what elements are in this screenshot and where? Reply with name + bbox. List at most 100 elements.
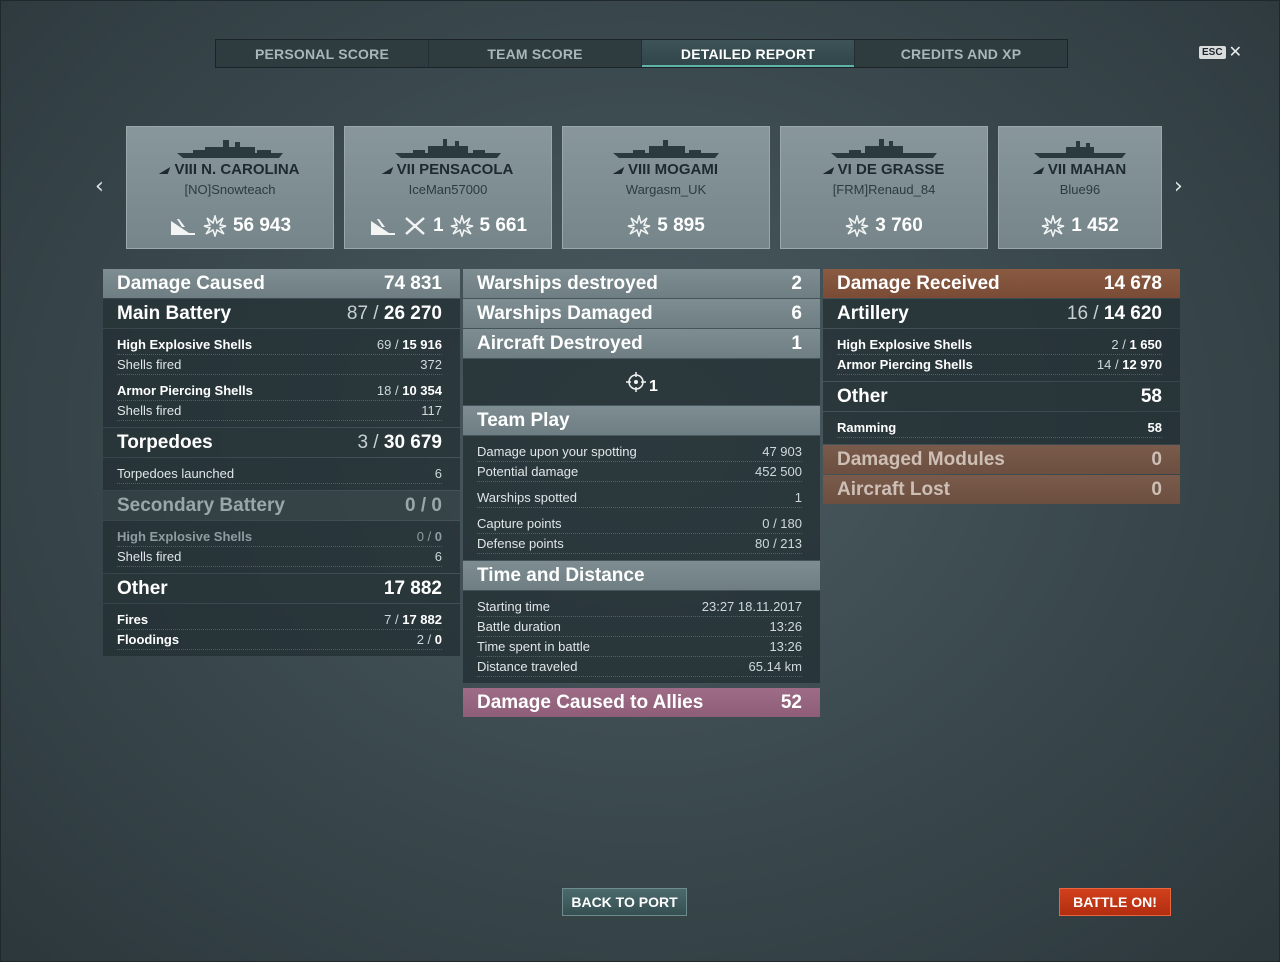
time-and-distance-details: Starting time 23:27 18.11.2017 Battle dur… [463, 591, 820, 683]
ship-card[interactable]: VIII N. CAROLINA [NO]Snowteach 56 943 [126, 126, 334, 249]
stat-row: Defense points 80 / 213 [477, 534, 802, 554]
section-value: 0 / 0 [405, 494, 442, 516]
section-title: Main Battery [117, 302, 232, 324]
stat-row: High Explosive Shells 69 / 15 916 [117, 335, 442, 355]
section-value: 58 [1140, 385, 1162, 407]
team-play-header: Team Play [463, 406, 820, 435]
stat-row: Damage upon your spotting 47 903 [477, 442, 802, 462]
stat-row: Shells fired 117 [117, 401, 442, 421]
ship-name: VIII N. CAROLINA [127, 161, 333, 178]
other-damage-header: Other 17 882 [103, 574, 460, 603]
damage-caused-panel: Damage Caused 74 831 Main Battery 87 / 2… [103, 269, 460, 657]
tab-team-score[interactable]: TEAM SCORE [429, 40, 642, 67]
team-play-details: Damage upon your spotting 47 903 Potentia… [463, 436, 820, 560]
tab-credits-and-xp[interactable]: CREDITS AND XP [855, 40, 1067, 67]
tab-detailed-report[interactable]: DETAILED REPORT [642, 40, 855, 67]
close-button[interactable]: ESC ✕ [1199, 42, 1242, 61]
stat-row: Capture points 0 / 180 [477, 514, 802, 534]
stat-row: Time spent in battle 13:26 [477, 637, 802, 657]
section-value: 52 [780, 691, 802, 713]
ship-damage-value: 5 661 [479, 215, 528, 236]
ship-stats: 3 760 [781, 215, 987, 237]
damage-caused-header: Damage Caused 74 831 [103, 269, 460, 298]
ship-name-text: VII PENSACOLA [396, 161, 514, 178]
damage-explosion-icon [627, 215, 651, 237]
player-name: IceMan57000 [408, 182, 488, 197]
battleship-silhouette-icon [177, 140, 283, 158]
ship-stats: 1 5 661 [345, 215, 551, 237]
torpedoes-header: Torpedoes 3 / 30 679 [103, 428, 460, 457]
other-received-header: Other 58 [823, 382, 1180, 411]
cruiser-class-icon [822, 167, 834, 174]
ship-damage-value: 56 943 [232, 215, 292, 236]
secondary-battery-details: High Explosive Shells 0 / 0 Shells fired 6 [103, 521, 460, 573]
ship-name-text: VIII MOGAMI [628, 161, 718, 178]
time-and-distance-header: Time and Distance [463, 561, 820, 590]
ship-card[interactable]: VI DE GRASSE [FRM]Renaud_84 3 760 [780, 126, 988, 249]
destroyer-silhouette-icon [1034, 141, 1126, 158]
battleship-class-icon [159, 167, 171, 174]
damaged-modules-header: Damaged Modules 0 [823, 445, 1180, 474]
stat-row: Potential damage 452 500 [477, 462, 802, 482]
main-battery-details: High Explosive Shells 69 / 15 916 Shells … [103, 329, 460, 427]
player-name: Blue96 [1059, 182, 1101, 197]
combat-summary-panel: Warships destroyed 2 Warships Damaged 6 … [463, 269, 820, 718]
cruiser-silhouette-icon [395, 139, 501, 158]
ship-damage-value: 3 760 [875, 215, 923, 236]
back-to-port-button[interactable]: BACK TO PORT [562, 888, 687, 916]
allies-damage-header: Damage Caused to Allies 52 [463, 688, 820, 717]
stat-row: Warships spotted 1 [477, 488, 802, 508]
section-title: Warships destroyed [477, 272, 658, 294]
section-value: 16 / 14 620 [1066, 302, 1162, 324]
section-title: Warships Damaged [477, 302, 653, 324]
section-title: Aircraft Destroyed [477, 332, 643, 354]
stat-row: Ramming 58 [837, 418, 1162, 438]
aircraft-shot-icon [403, 215, 427, 237]
section-title: Secondary Battery [117, 494, 285, 516]
damage-received-panel: Damage Received 14 678 Artillery 16 / 14… [823, 269, 1180, 505]
section-value: 2 [791, 272, 802, 294]
aircraft-destroyed-header: Aircraft Destroyed 1 [463, 329, 820, 358]
warships-damaged-header: Warships Damaged 6 [463, 299, 820, 328]
section-value: 0 [1151, 478, 1162, 500]
esc-key-label: ESC [1199, 45, 1226, 59]
ship-card[interactable]: VII PENSACOLA IceMan57000 1 5 661 [344, 126, 552, 249]
section-title: Time and Distance [477, 564, 645, 586]
cruiser-silhouette-icon [613, 140, 719, 158]
tab-personal-score[interactable]: PERSONAL SCORE [216, 40, 429, 67]
section-title: Torpedoes [117, 431, 213, 453]
aircraft-lost-header: Aircraft Lost 0 [823, 475, 1180, 504]
artillery-details: High Explosive Shells 2 / 1 650 Armor Pie… [823, 329, 1180, 381]
stat-row: Shells fired 6 [117, 547, 442, 567]
other-damage-details: Fires 7 / 17 882 Floodings 2 / 0 [103, 604, 460, 656]
section-value: 0 [1151, 448, 1162, 470]
stat-row: Distance traveled 65.14 km [477, 657, 802, 677]
artillery-header: Artillery 16 / 14 620 [823, 299, 1180, 328]
damage-explosion-icon [203, 215, 227, 237]
carousel-next-arrow-icon[interactable]: › [1174, 174, 1183, 199]
stat-row: Armor Piercing Shells 14 / 12 970 [837, 355, 1162, 375]
section-value: 1 [791, 332, 802, 354]
other-received-details: Ramming 58 [823, 412, 1180, 444]
ship-name: VIII MOGAMI [563, 161, 769, 178]
stat-row: Starting time 23:27 18.11.2017 [477, 597, 802, 617]
report-tabs: PERSONAL SCORE TEAM SCORE DETAILED REPOR… [215, 39, 1068, 68]
sunk-ship-icon [169, 215, 197, 237]
results-screen: PERSONAL SCORE TEAM SCORE DETAILED REPOR… [0, 0, 1280, 962]
stat-row: Shells fired 372 [117, 355, 442, 375]
sunk-ship-icon [369, 215, 397, 237]
section-title: Damage Caused to Allies [477, 691, 704, 713]
spotted-aircraft-count: 1 [649, 378, 658, 395]
secondary-battery-header: Secondary Battery 0 / 0 [103, 491, 460, 520]
warships-destroyed-header: Warships destroyed 2 [463, 269, 820, 298]
torpedoes-details: Torpedoes launched 6 [103, 458, 460, 490]
ship-card[interactable]: VII MAHAN Blue96 1 452 [998, 126, 1162, 249]
battle-on-button[interactable]: BATTLE ON! [1059, 888, 1171, 916]
ship-card[interactable]: VIII MOGAMI Wargasm_UK 5 895 [562, 126, 770, 249]
aircraft-spotted-box: 1 [463, 359, 820, 405]
section-title: Aircraft Lost [837, 478, 950, 500]
carousel-prev-arrow-icon[interactable]: ‹ [95, 174, 104, 199]
cruiser-class-icon [612, 167, 625, 174]
close-icon: ✕ [1228, 42, 1242, 61]
ship-name-text: VI DE GRASSE [837, 161, 945, 178]
